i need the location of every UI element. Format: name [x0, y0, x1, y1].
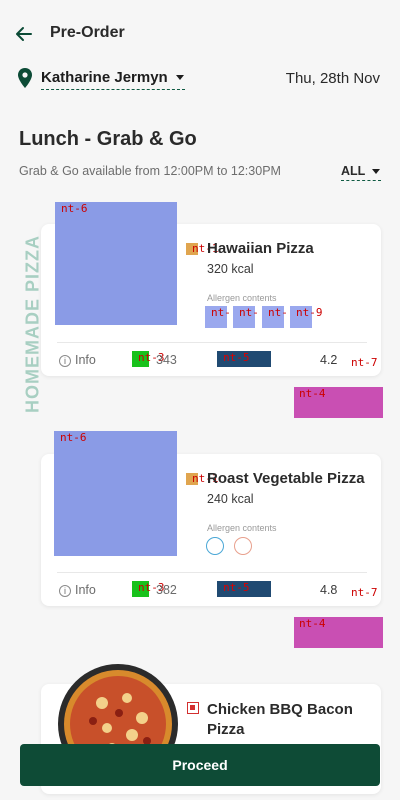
order-date[interactable]: Thu, 28th Nov — [286, 70, 380, 87]
item-image[interactable] — [55, 202, 177, 325]
location-selector[interactable]: Katharine Jermyn — [41, 69, 168, 86]
stepper-tag: nt-5 — [223, 581, 250, 594]
item-image[interactable] — [54, 431, 177, 556]
location-pin-icon — [18, 68, 32, 88]
allergen-tag: nt- — [268, 306, 288, 319]
info-button[interactable]: i Info — [59, 583, 96, 597]
allergen-tag: nt- — [239, 306, 259, 319]
allergen-tag: nt- — [211, 306, 231, 319]
add-tag: nt-4 — [299, 617, 326, 630]
item-image-tag: nt-6 — [60, 431, 87, 444]
allergen-celery-icon — [206, 537, 224, 555]
back-arrow-icon[interactable] — [14, 24, 34, 44]
allergen-milk-icon — [234, 537, 252, 555]
add-tag: nt-4 — [299, 387, 326, 400]
allergen-label: Allergen contents — [207, 523, 277, 533]
info-icon: i — [59, 355, 71, 367]
item-rating: 4.2 — [320, 353, 338, 367]
section-title: Lunch - Grab & Go — [19, 128, 197, 150]
item-kcal: 240 kcal — [207, 492, 254, 506]
item-name[interactable]: Hawaiian Pizza — [207, 240, 314, 257]
star-tag: nt-7 — [351, 586, 378, 599]
item-count: 382 — [156, 583, 177, 597]
chevron-down-icon[interactable] — [176, 75, 184, 80]
allergen-tag: nt-9 — [296, 306, 323, 319]
item-count: 343 — [156, 353, 177, 367]
card-divider — [57, 572, 367, 573]
item-name[interactable]: Chicken BBQ Bacon Pizza — [207, 700, 367, 740]
chevron-down-icon[interactable] — [372, 169, 380, 174]
location-underline — [41, 89, 185, 90]
proceed-button[interactable]: Proceed — [20, 744, 380, 786]
filter-underline — [341, 180, 381, 181]
allergen-label: Allergen contents — [207, 293, 277, 303]
section-subtitle: Grab & Go available from 12:00PM to 12:3… — [19, 164, 281, 178]
card-divider — [57, 342, 367, 343]
page-title: Pre-Order — [50, 24, 125, 41]
stepper-tag: nt-5 — [223, 351, 250, 364]
star-tag: nt-7 — [351, 356, 378, 369]
info-button[interactable]: i Info — [59, 353, 96, 367]
item-name[interactable]: Roast Vegetable Pizza — [207, 470, 365, 487]
item-image-tag: nt-6 — [61, 202, 88, 215]
filter-dropdown[interactable]: ALL — [341, 164, 365, 178]
item-rating: 4.8 — [320, 583, 338, 597]
item-kcal: 320 kcal — [207, 262, 254, 276]
info-icon: i — [59, 585, 71, 597]
non-veg-indicator-icon — [187, 702, 199, 714]
